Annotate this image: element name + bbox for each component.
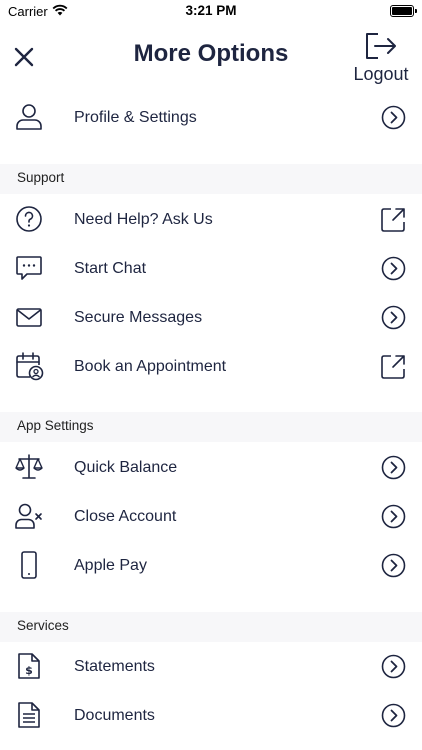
external-link-icon[interactable] xyxy=(381,207,406,232)
menu-item-label: Need Help? Ask Us xyxy=(74,211,213,228)
menu-item-quick-balance[interactable]: Quick Balance xyxy=(0,443,422,492)
document-icon xyxy=(18,702,40,728)
menu-item-need-help[interactable]: Need Help? Ask Us xyxy=(0,195,422,244)
chevron-right-icon[interactable] xyxy=(381,105,406,130)
chevron-right-icon[interactable] xyxy=(381,504,406,529)
menu-item-secure-messages[interactable]: Secure Messages xyxy=(0,293,422,342)
menu-item-label: Statements xyxy=(74,658,155,675)
chevron-right-icon[interactable] xyxy=(381,703,406,728)
section-title: Services xyxy=(17,618,69,633)
header: More Options Logout xyxy=(0,22,422,94)
chat-bubble-icon xyxy=(16,256,42,280)
envelope-icon xyxy=(16,308,42,327)
section-title: App Settings xyxy=(17,418,94,433)
chevron-right-icon[interactable] xyxy=(381,305,406,330)
svg-text:$: $ xyxy=(25,664,33,677)
question-circle-icon xyxy=(16,206,42,232)
menu-item-start-chat[interactable]: Start Chat xyxy=(0,244,422,293)
menu-item-label: Profile & Settings xyxy=(74,109,197,126)
phone-icon xyxy=(21,551,37,579)
logout-button[interactable]: Logout xyxy=(350,32,412,85)
chevron-right-icon[interactable] xyxy=(381,455,406,480)
menu-item-label: Book an Appointment xyxy=(74,358,227,375)
chevron-right-icon[interactable] xyxy=(381,256,406,281)
user-icon xyxy=(16,104,42,130)
menu-item-apple-pay[interactable]: Apple Pay xyxy=(0,541,422,590)
logout-icon xyxy=(366,33,396,59)
external-link-icon[interactable] xyxy=(381,354,406,379)
calendar-user-icon xyxy=(16,352,44,381)
menu-item-label: Documents xyxy=(74,707,155,724)
menu-item-profile-settings[interactable]: Profile & Settings xyxy=(0,93,422,142)
menu-item-book-appointment[interactable]: Book an Appointment xyxy=(0,342,422,391)
menu-item-label: Apple Pay xyxy=(74,557,147,574)
chevron-right-icon[interactable] xyxy=(381,654,406,679)
menu-item-documents[interactable]: Documents xyxy=(0,691,422,740)
battery-icon xyxy=(390,5,417,17)
menu-item-label: Secure Messages xyxy=(74,309,203,326)
status-bar: Carrier 3:21 PM xyxy=(0,0,422,22)
status-time: 3:21 PM xyxy=(185,3,237,18)
menu-item-label: Quick Balance xyxy=(74,459,178,476)
chevron-right-icon[interactable] xyxy=(381,553,406,578)
section-header-services: Services xyxy=(0,612,422,642)
menu-item-close-account[interactable]: Close Account xyxy=(0,492,422,541)
logout-label: Logout xyxy=(353,64,409,84)
section-header-app-settings: App Settings xyxy=(0,412,422,442)
menu-item-label: Close Account xyxy=(74,508,177,525)
menu-item-statements[interactable]: $ Statements xyxy=(0,642,422,691)
user-remove-icon xyxy=(15,503,42,529)
menu-item-label: Start Chat xyxy=(74,260,147,277)
scale-icon xyxy=(15,454,43,479)
statement-dollar-icon: $ xyxy=(18,653,40,679)
section-title: Support xyxy=(17,170,65,185)
section-header-support: Support xyxy=(0,164,422,194)
